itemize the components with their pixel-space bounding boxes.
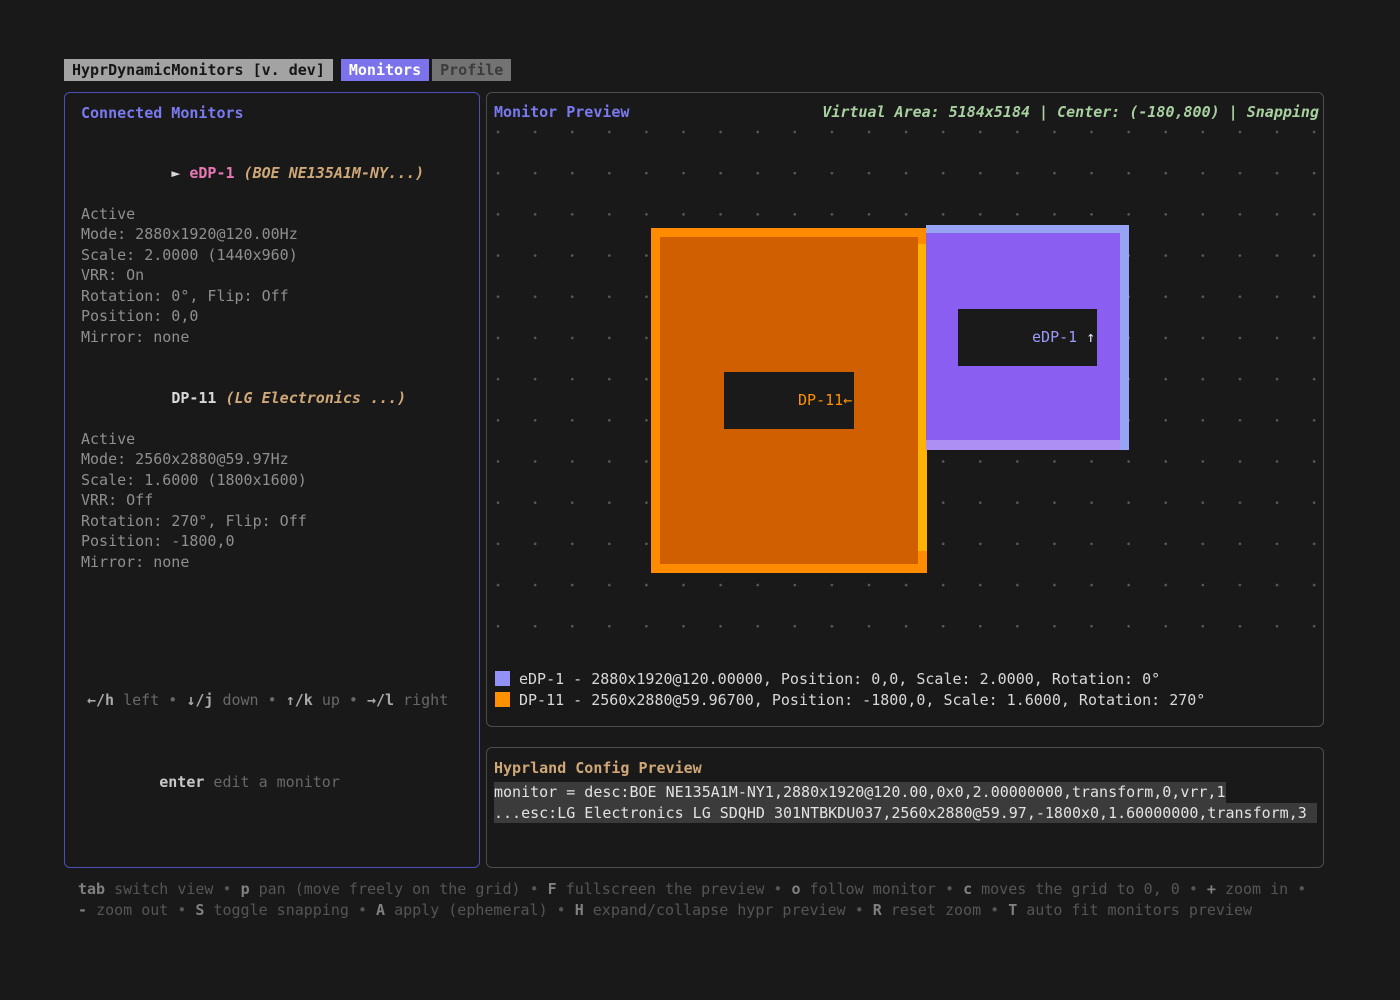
- monitor-status: Active: [81, 204, 463, 225]
- monitor-rotation: Rotation: 0°, Flip: Off: [81, 286, 463, 307]
- monitor-list-item-dp11[interactable]: DP-11 (LG Electronics ...) Active Mode: …: [81, 367, 463, 572]
- edp1-label-text: eDP-1: [1032, 328, 1086, 346]
- monitor-scale: Scale: 2.0000 (1440x960): [81, 245, 463, 266]
- virtual-area-status: Virtual Area: 5184x5184 | Center: (-180,…: [822, 103, 1319, 121]
- tab-monitors[interactable]: Monitors: [341, 59, 429, 81]
- legend-text: eDP-1 - 2880x1920@120.00000, Position: 0…: [519, 670, 1160, 688]
- edp1-right-edge-strip: [1120, 225, 1129, 450]
- edp1-label: eDP-1 ↑: [958, 309, 1097, 366]
- selection-arrow-icon: ►: [171, 164, 189, 182]
- monitor-description: (BOE NE135A1M-NY...): [235, 164, 425, 182]
- connected-monitors-panel: Connected Monitors ► eDP-1 (BOE NE135A1M…: [64, 92, 480, 868]
- tab-bar: HyprDynamicMonitors [v. dev] Monitors Pr…: [64, 59, 511, 81]
- monitor-description: (LG Electronics ...): [216, 389, 406, 407]
- config-line-1: monitor = desc:BOE NE135A1M-NY1,2880x192…: [494, 782, 1226, 803]
- legend-row-dp11: DP-11 - 2560x2880@59.96700, Position: -1…: [495, 689, 1205, 710]
- monitor-preview-title: Monitor Preview: [494, 103, 629, 121]
- dp11-rotation-arrow-icon: ←: [843, 391, 852, 409]
- edp1-top-edge-strip: [926, 225, 1129, 233]
- legend-text: DP-11 - 2560x2880@59.96700, Position: -1…: [519, 691, 1205, 709]
- monitor-mode: Mode: 2880x1920@120.00Hz: [81, 224, 463, 245]
- monitor-mirror: Mirror: none: [81, 327, 463, 348]
- monitor-mode: Mode: 2560x2880@59.97Hz: [81, 449, 463, 470]
- config-line-2: ...esc:LG Electronics LG SDQHD 301NTBKDU…: [494, 803, 1317, 824]
- dp11-label-text: DP-11: [798, 391, 843, 409]
- hyprland-config-title: Hyprland Config Preview: [494, 759, 702, 777]
- enter-key-desc: edit a monitor: [204, 773, 339, 791]
- hyprland-config-panel: Hyprland Config Preview monitor = desc:B…: [486, 747, 1324, 868]
- monitor-name: eDP-1: [189, 164, 234, 182]
- monitor-list-item-edp1[interactable]: ► eDP-1 (BOE NE135A1M-NY...) Active Mode…: [81, 142, 463, 347]
- preview-monitor-dp11[interactable]: DP-11←: [651, 228, 927, 573]
- legend-row-edp1: eDP-1 - 2880x1920@120.00000, Position: 0…: [495, 668, 1205, 689]
- monitor-position: Position: -1800,0: [81, 531, 463, 552]
- monitor-rotation: Rotation: 270°, Flip: Off: [81, 511, 463, 532]
- help-line-2: - zoom out • S toggle snapping • A apply…: [78, 900, 1358, 921]
- dp11-color-swatch: [495, 692, 510, 707]
- monitor-name: DP-11: [171, 389, 216, 407]
- monitor-scale: Scale: 1.6000 (1800x1600): [81, 470, 463, 491]
- app-title: HyprDynamicMonitors [v. dev]: [64, 59, 333, 81]
- monitor-list-keybinds: ←/h left • ↓/j down • ↑/k up • →/l right…: [87, 649, 448, 854]
- tab-profile[interactable]: Profile: [432, 59, 511, 81]
- edp1-color-swatch: [495, 671, 510, 686]
- dp11-label: DP-11←: [724, 372, 854, 429]
- app-window: HyprDynamicMonitors [v. dev] Monitors Pr…: [0, 0, 1400, 1000]
- help-footer: tab switch view • p pan (move freely on …: [78, 879, 1358, 921]
- monitor-list-nav: ←/h left • ↓/j down • ↑/k up • →/l right: [87, 690, 448, 711]
- monitor-status: Active: [81, 429, 463, 450]
- connected-monitors-title: Connected Monitors: [81, 104, 463, 122]
- monitor-vrr: VRR: Off: [81, 490, 463, 511]
- monitor-vrr: VRR: On: [81, 265, 463, 286]
- monitor-preview-panel: Monitor Preview Virtual Area: 5184x5184 …: [486, 92, 1324, 727]
- preview-legend: eDP-1 - 2880x1920@120.00000, Position: 0…: [495, 668, 1205, 710]
- edp1-bottom-edge-strip: [926, 440, 1120, 450]
- monitor-mirror: Mirror: none: [81, 552, 463, 573]
- edp1-rotation-arrow-icon: ↑: [1086, 328, 1095, 346]
- help-line-1: tab switch view • p pan (move freely on …: [78, 879, 1358, 900]
- enter-key-label: enter: [159, 773, 204, 791]
- preview-monitor-edp1[interactable]: eDP-1 ↑: [926, 225, 1129, 450]
- monitor-position: Position: 0,0: [81, 306, 463, 327]
